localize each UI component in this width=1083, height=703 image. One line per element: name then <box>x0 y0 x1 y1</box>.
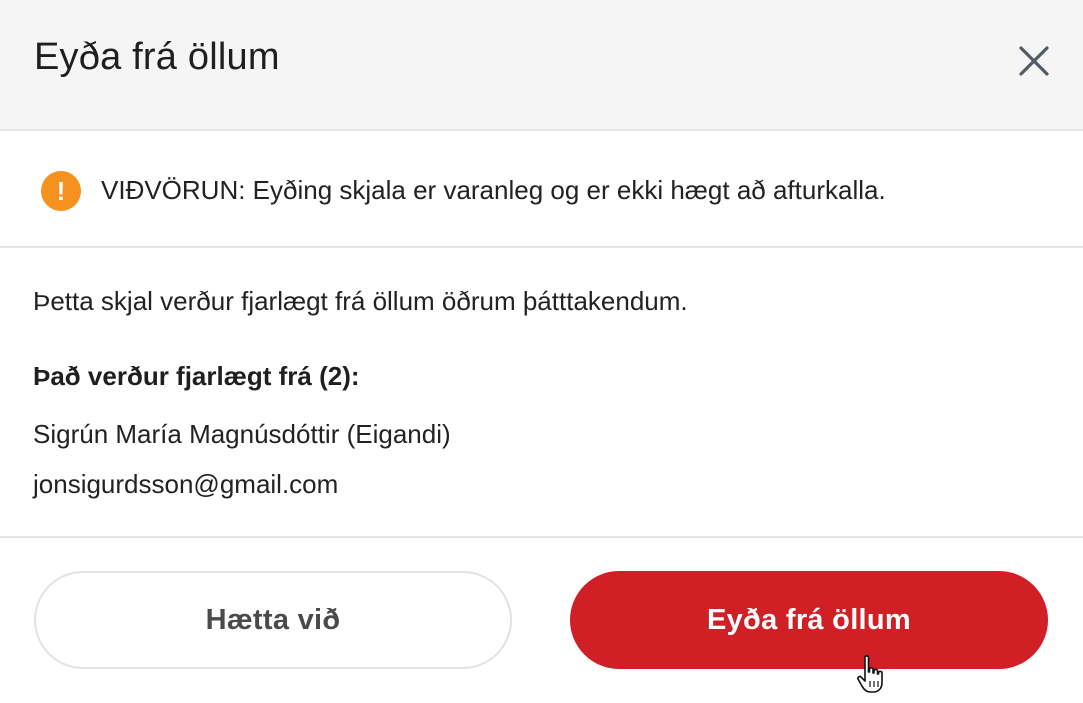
dialog-footer: Hætta við Eyða frá öllum <box>0 538 1083 703</box>
dialog-body: Þetta skjal verður fjarlægt frá öllum öð… <box>0 248 1083 538</box>
delete-for-all-dialog: Eyða frá öllum ! VIÐVÖRUN: Eyðing skjala… <box>0 0 1083 703</box>
dialog-title: Eyða frá öllum <box>34 36 280 78</box>
participant-item: Sigrún María Magnúsdóttir (Eigandi) <box>33 419 451 449</box>
delete-for-all-button[interactable]: Eyða frá öllum <box>570 571 1048 669</box>
cancel-button[interactable]: Hætta við <box>34 571 512 669</box>
close-button[interactable] <box>1008 35 1060 87</box>
hand-pointer-cursor-icon <box>857 655 883 693</box>
warning-banner: ! VIÐVÖRUN: Eyðing skjala er varanleg og… <box>0 131 1083 248</box>
exclamation-icon: ! <box>41 171 81 211</box>
dialog-header: Eyða frá öllum <box>0 0 1083 131</box>
description-text: Þetta skjal verður fjarlægt frá öllum öð… <box>33 286 688 316</box>
participant-item: jonsigurdsson@gmail.com <box>33 469 339 499</box>
removed-from-heading: Það verður fjarlægt frá (2): <box>33 361 360 391</box>
warning-text: VIÐVÖRUN: Eyðing skjala er varanleg og e… <box>101 175 886 205</box>
close-icon <box>1019 46 1049 76</box>
